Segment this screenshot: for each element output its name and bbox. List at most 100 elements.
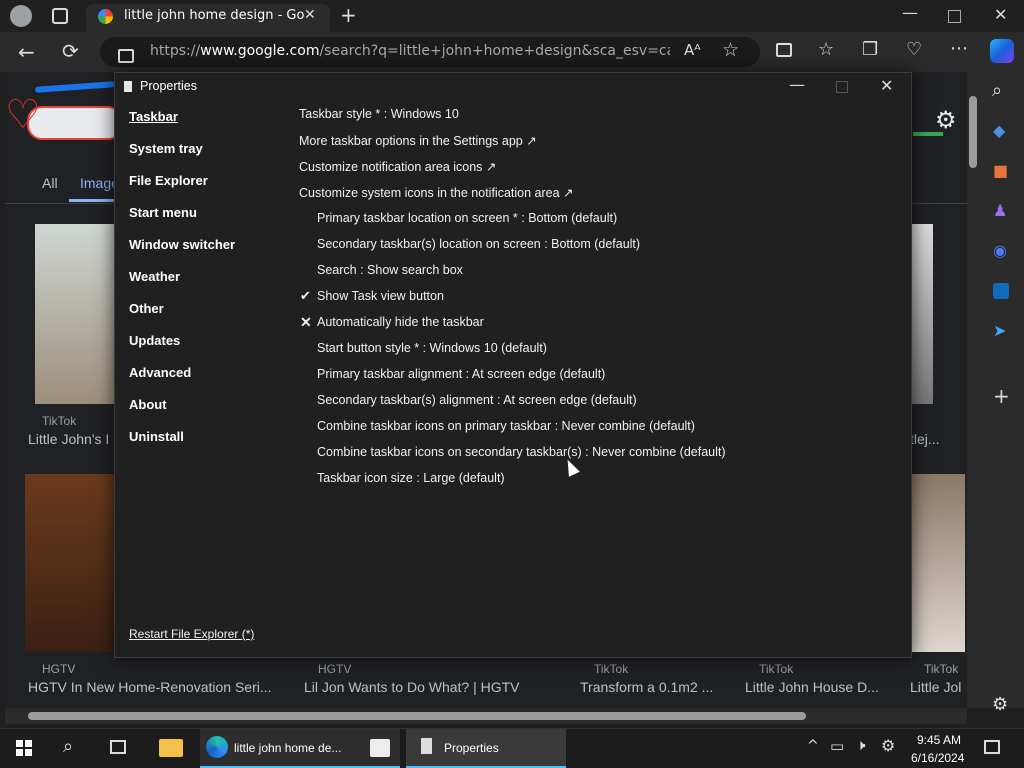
settings-tray-icon[interactable]: ⚙ xyxy=(881,738,895,754)
window-close-icon[interactable]: ✕ xyxy=(994,7,1007,23)
option-taskbar-style[interactable]: Taskbar style * : Windows 10 xyxy=(299,107,459,121)
browser-essentials-icon[interactable]: ♡ xyxy=(906,41,922,59)
notifications-icon[interactable] xyxy=(984,740,1000,754)
nav-uninstall[interactable]: Uninstall xyxy=(129,429,184,444)
result-image[interactable] xyxy=(909,224,933,404)
google-doodle[interactable] xyxy=(27,106,123,140)
option-secondary-alignment[interactable]: Secondary taskbar(s) alignment : At scre… xyxy=(317,393,637,407)
minimize-icon[interactable]: — xyxy=(902,5,918,21)
restore-icon[interactable] xyxy=(948,10,961,23)
profile-avatar[interactable] xyxy=(10,5,32,27)
sidebar-copilot-icon[interactable]: ◉ xyxy=(993,243,1007,259)
option-primary-alignment[interactable]: Primary taskbar alignment : At screen ed… xyxy=(317,367,605,381)
option-secondary-location[interactable]: Secondary taskbar(s) location on screen … xyxy=(317,237,640,251)
favorite-star-icon[interactable]: ☆ xyxy=(722,41,739,60)
taskbar-properties-label: Properties xyxy=(444,741,499,755)
result-image[interactable] xyxy=(25,474,117,652)
tab-title: little john home design - Google xyxy=(124,8,304,23)
result-title[interactable]: HGTV In New Home-Renovation Seri... xyxy=(28,679,278,695)
sidebar-add-icon[interactable]: + xyxy=(993,386,1010,406)
result-source: HGTV xyxy=(42,662,76,676)
option-primary-location[interactable]: Primary taskbar location on screen * : B… xyxy=(317,211,617,225)
start-windows-icon[interactable] xyxy=(16,740,32,756)
sidebar-tools-icon[interactable]: ■ xyxy=(993,163,1008,179)
option-combine-primary[interactable]: Combine taskbar icons on primary taskbar… xyxy=(317,419,695,433)
network-icon[interactable]: ▭ xyxy=(830,739,844,754)
doodle-green-lines xyxy=(913,132,943,136)
edge-browser-icon xyxy=(206,736,228,758)
nav-window-switcher[interactable]: Window switcher xyxy=(129,237,235,252)
result-title[interactable]: Little John House D... xyxy=(745,679,895,695)
taskbar-edge-label: little john home de... xyxy=(234,741,342,755)
tab-actions-icon[interactable] xyxy=(52,8,68,24)
taskbar-search-icon[interactable]: ⌕ xyxy=(63,738,73,756)
file-explorer-icon[interactable] xyxy=(159,739,183,757)
sidebar-settings-icon[interactable]: ⚙ xyxy=(992,696,1008,714)
read-aloud-icon[interactable]: Aᴬ xyxy=(684,43,701,58)
option-settings-app-link[interactable]: More taskbar options in the Settings app… xyxy=(299,133,537,148)
properties-close-icon[interactable]: ✕ xyxy=(880,78,893,94)
new-tab-icon[interactable]: + xyxy=(340,5,357,25)
sidebar-outlook-icon[interactable] xyxy=(993,283,1009,299)
cross-icon: ✕ xyxy=(300,314,312,330)
nav-advanced[interactable]: Advanced xyxy=(129,365,191,380)
tab-all[interactable]: All xyxy=(42,175,58,191)
result-title[interactable]: tlej... xyxy=(910,431,960,447)
result-source: HGTV xyxy=(318,662,352,676)
checkmark-icon: ✔ xyxy=(300,288,311,303)
nav-taskbar[interactable]: Taskbar xyxy=(129,109,178,124)
result-source: TikTok xyxy=(42,414,77,428)
result-title[interactable]: Transform a 0.1m2 ... xyxy=(580,679,730,695)
url-text[interactable]: https://www.google.com/search?q=little+j… xyxy=(150,43,670,59)
sidebar-search-icon[interactable]: ⌕ xyxy=(992,82,1002,100)
settings-gear-icon[interactable]: ⚙ xyxy=(935,106,957,134)
nav-start-menu[interactable]: Start menu xyxy=(129,205,197,220)
option-notification-icons-link[interactable]: Customize notification area icons ↗ xyxy=(299,159,496,174)
horizontal-scrollbar-thumb[interactable] xyxy=(28,712,806,720)
split-screen-icon[interactable] xyxy=(776,43,792,57)
copilot-icon[interactable] xyxy=(990,39,1014,63)
result-image[interactable] xyxy=(35,224,115,404)
result-title[interactable]: Little John's I xyxy=(28,431,116,447)
option-icon-size[interactable]: Taskbar icon size : Large (default) xyxy=(317,471,505,485)
tray-overflow-chevron-icon[interactable]: ^ xyxy=(807,739,819,753)
nav-about[interactable]: About xyxy=(129,397,167,412)
properties-taskbar-icon xyxy=(421,738,432,754)
result-source: TikTok xyxy=(759,662,794,676)
nav-weather[interactable]: Weather xyxy=(129,269,180,284)
task-view-icon[interactable] xyxy=(110,740,126,754)
lock-icon[interactable] xyxy=(118,49,134,63)
option-combine-secondary[interactable]: Combine taskbar icons on secondary taskb… xyxy=(317,445,726,459)
result-source: TikTok xyxy=(924,662,959,676)
sidebar-send-icon[interactable]: ➤ xyxy=(993,323,1006,339)
result-image[interactable] xyxy=(909,474,965,652)
clock-date[interactable]: 6/16/2024 xyxy=(911,751,964,765)
option-task-view-button[interactable]: Show Task view button xyxy=(317,289,444,303)
tab-close-icon[interactable]: ✕ xyxy=(304,8,316,22)
option-search[interactable]: Search : Show search box xyxy=(317,263,463,277)
sidebar-games-icon[interactable]: ♟ xyxy=(993,203,1007,219)
properties-minimize-icon[interactable]: — xyxy=(789,77,805,93)
nav-file-explorer[interactable]: File Explorer xyxy=(129,173,208,188)
nav-other[interactable]: Other xyxy=(129,301,164,316)
sidebar-shopping-icon[interactable]: ◆ xyxy=(993,123,1005,139)
back-arrow-icon[interactable]: ← xyxy=(18,42,35,62)
nav-system-tray[interactable]: System tray xyxy=(129,141,203,156)
more-menu-icon[interactable]: ⋯ xyxy=(950,40,968,58)
collections-icon[interactable]: ❐ xyxy=(862,41,878,59)
result-title[interactable]: Little Jol xyxy=(910,679,967,695)
result-title[interactable]: Lil Jon Wants to Do What? | HGTV xyxy=(304,679,554,695)
volume-muted-icon[interactable]: 🕨 xyxy=(856,738,865,753)
clock-time[interactable]: 9:45 AM xyxy=(917,733,961,747)
refresh-icon[interactable]: ⟳ xyxy=(62,41,79,61)
option-start-button-style[interactable]: Start button style * : Windows 10 (defau… xyxy=(317,341,547,355)
option-auto-hide[interactable]: Automatically hide the taskbar xyxy=(317,315,484,329)
restart-file-explorer-link[interactable]: Restart File Explorer (*) xyxy=(129,627,254,641)
option-system-icons-link[interactable]: Customize system icons in the notificati… xyxy=(299,185,573,200)
tab-images[interactable]: Images xyxy=(80,175,114,191)
favorites-icon[interactable]: ☆ xyxy=(818,41,834,59)
vertical-scrollbar-thumb[interactable] xyxy=(969,96,977,168)
nav-updates[interactable]: Updates xyxy=(129,333,180,348)
images-tab-underline xyxy=(69,199,115,202)
microsoft-store-icon[interactable] xyxy=(370,739,390,757)
